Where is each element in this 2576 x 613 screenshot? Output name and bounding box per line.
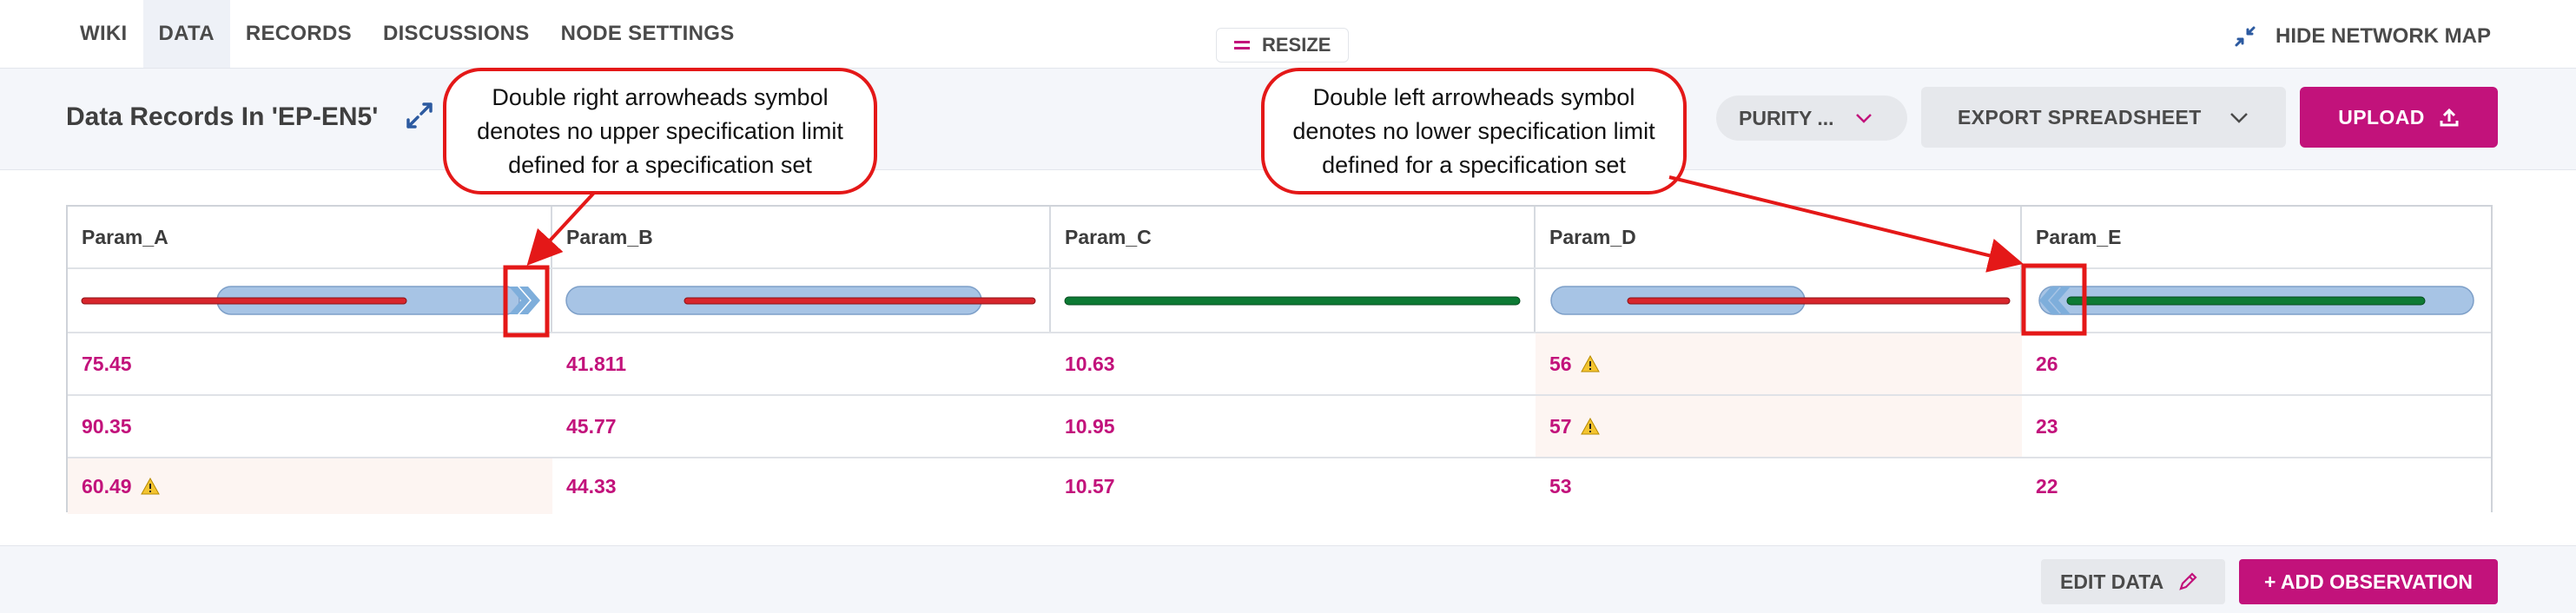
hide-network-map-button[interactable]: HIDE NETWORK MAP [2234,17,2491,56]
data-table: Param_A Param_B Param_C Param_D Param_E [66,205,2493,514]
tab-node-settings[interactable]: NODE SETTINGS [545,0,750,68]
column-header[interactable]: Param_E [2022,207,2491,267]
table-row[interactable]: 75.45 41.811 10.63 56 26 [68,333,2491,396]
observed-range-bar [2066,296,2426,306]
table-cell: 10.95 [1065,414,1115,438]
table-cell: 26 [2036,352,2058,375]
column-header[interactable]: Param_D [1536,207,2022,267]
expand-icon[interactable] [403,99,436,132]
observed-range-bar [684,297,1036,305]
table-cell: 41.811 [566,352,627,375]
hide-network-map-label: HIDE NETWORK MAP [2275,24,2491,48]
chevron-down-icon [1855,114,1872,123]
tab-wiki[interactable]: WIKI [64,0,143,68]
top-nav: WIKI DATA RECORDS DISCUSSIONS NODE SETTI… [0,0,2576,68]
collapse-arrows-icon [2235,26,2256,47]
table-cell: 57 [1536,396,2022,457]
table-cell: 75.45 [82,352,132,375]
table-cell: 56 [1536,333,2022,394]
observed-range-bar [81,297,407,305]
column-header[interactable]: Param_B [552,207,1051,267]
resize-button[interactable]: RESIZE [1216,28,1350,63]
table-cell: 44.33 [566,474,617,498]
table-cell: 10.57 [1065,474,1115,498]
page-title: Data Records In 'EP-EN5' [66,102,379,131]
tab-bar: WIKI DATA RECORDS DISCUSSIONS NODE SETTI… [64,0,750,68]
warning-icon [140,478,160,495]
page: WIKI DATA RECORDS DISCUSSIONS NODE SETTI… [0,0,2576,613]
warning-icon [1580,355,1600,372]
callout-left-arrowheads: Double left arrowheads symbol denotes no… [1261,68,1687,194]
chevron-down-icon [2229,112,2248,123]
resize-label: RESIZE [1262,34,1331,56]
table-row[interactable]: 90.35 45.77 10.95 57 23 [68,396,2491,458]
tab-data[interactable]: DATA [142,0,230,68]
resize-icon [1234,41,1250,49]
table-header-row: Param_A Param_B Param_C Param_D Param_E [68,207,2491,269]
column-header[interactable]: Param_C [1051,207,1536,267]
warning-icon [1580,418,1600,435]
edit-data-label: EDIT DATA [2060,570,2164,593]
export-spreadsheet-button[interactable]: EXPORT SPREADSHEET [1921,87,2286,148]
observed-range-bar [1064,296,1521,306]
purity-dropdown[interactable]: PURITY ... [1716,96,1907,141]
table-cell: 45.77 [566,414,617,438]
table-cell: 23 [2036,414,2058,438]
pencil-icon [2179,572,2197,590]
spec-range-bars [81,286,2474,315]
callout-right-arrowheads: Double right arrowheads symbol denotes n… [443,68,877,194]
table-cell: 22 [2036,474,2058,498]
spec-range-row [68,269,2491,333]
table-cell: 10.63 [1065,352,1115,375]
upload-icon [2440,108,2459,127]
observed-range-bar [1627,297,2011,305]
purity-label: PURITY ... [1739,106,1834,129]
table-row[interactable]: 60.49 44.33 10.57 53 22 [68,458,2491,514]
column-header[interactable]: Param_A [68,207,552,267]
upload-button[interactable]: UPLOAD [2300,87,2498,148]
tab-records[interactable]: RECORDS [230,0,367,68]
tab-discussions[interactable]: DISCUSSIONS [367,0,545,68]
export-label: EXPORT SPREADSHEET [1958,105,2202,129]
table-cell: 53 [1549,474,1572,498]
add-observation-button[interactable]: + ADD OBSERVATION [2239,559,2498,604]
upload-label: UPLOAD [2338,105,2425,129]
table-cell: 60.49 [68,458,552,514]
edit-data-button[interactable]: EDIT DATA [2041,559,2225,604]
table-cell: 90.35 [82,414,132,438]
